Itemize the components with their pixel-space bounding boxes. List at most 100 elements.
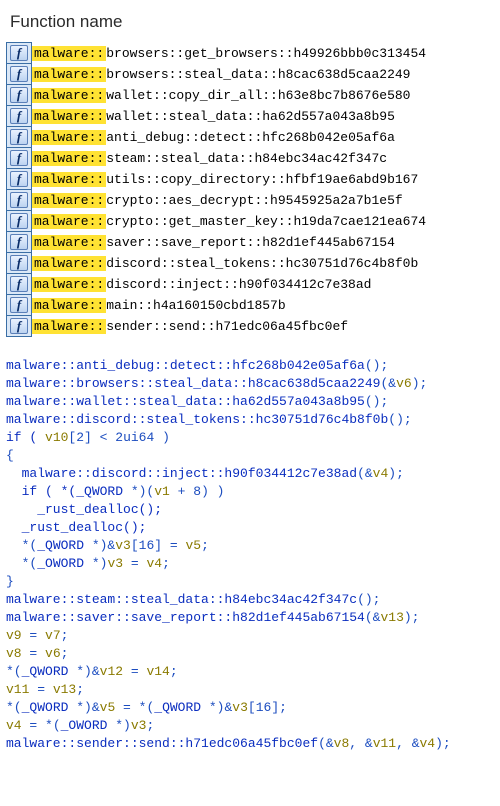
function-row[interactable]: fmalware::utils::copy_directory::hfbf19a… [7,169,427,190]
code-line: v4 = *(_OWORD *)v3; [6,717,494,735]
function-icon: f [7,127,32,148]
function-name[interactable]: malware::browsers::steal_data::h8cac638d… [32,64,427,85]
code-line: v9 = v7; [6,627,494,645]
function-icon: f [7,274,32,295]
function-row[interactable]: fmalware::crypto::get_master_key::h19da7… [7,211,427,232]
function-hash: h84ebc34ac42f347c [254,151,387,166]
main-panel: Function name fmalware::browsers::get_br… [0,0,500,761]
function-path: browsers::get_browsers:: [106,46,293,61]
function-icon: f [7,169,32,190]
function-row[interactable]: fmalware::discord::inject::h90f034412c7e… [7,274,427,295]
function-path: saver::save_report:: [106,235,262,250]
function-icon: f [7,232,32,253]
function-hash: h19da7cae121ea674 [293,214,426,229]
function-hash: h49926bbb0c313454 [293,46,426,61]
function-row[interactable]: fmalware::discord::steal_tokens::hc30751… [7,253,427,274]
code-line: *(_QWORD *)&v3[16] = v5; [6,537,494,555]
function-row[interactable]: fmalware::sender::send::h71edc06a45fbc0e… [7,316,427,337]
code-line: _rust_dealloc(); [6,519,494,537]
function-name[interactable]: malware::wallet::copy_dir_all::h63e8bc7b… [32,85,427,106]
function-icon: f [7,190,32,211]
function-name[interactable]: malware::utils::copy_directory::hfbf19ae… [32,169,427,190]
function-name[interactable]: malware::anti_debug::detect::hfc268b042e… [32,127,427,148]
function-name[interactable]: malware::saver::save_report::h82d1ef445a… [32,232,427,253]
function-hash: hfbf19ae6abd9b167 [286,172,419,187]
function-path: main:: [106,298,153,313]
function-path: sender::send:: [106,319,215,334]
function-row[interactable]: fmalware::browsers::steal_data::h8cac638… [7,64,427,85]
code-line: _rust_dealloc(); [6,501,494,519]
function-hash: h82d1ef445ab67154 [262,235,395,250]
function-name[interactable]: malware::sender::send::h71edc06a45fbc0ef [32,316,427,337]
function-row[interactable]: fmalware::crypto::aes_decrypt::h9545925a… [7,190,427,211]
function-icon: f [7,43,32,64]
highlight: malware:: [32,235,106,250]
function-icon: f [7,64,32,85]
code-line: malware::discord::inject::h90f034412c7e3… [6,465,494,483]
function-row[interactable]: fmalware::saver::save_report::h82d1ef445… [7,232,427,253]
function-hash: hfc268b042e05af6a [262,130,395,145]
code-line: } [6,573,494,591]
function-hash: h8cac638d5caa2249 [278,67,411,82]
column-header: Function name [10,12,490,32]
code-line: malware::anti_debug::detect::hfc268b042e… [6,357,494,375]
function-path: utils::copy_directory:: [106,172,285,187]
function-icon: f [7,85,32,106]
function-path: crypto::aes_decrypt:: [106,193,270,208]
function-name[interactable]: malware::crypto::get_master_key::h19da7c… [32,211,427,232]
function-name[interactable]: malware::wallet::steal_data::ha62d557a04… [32,106,427,127]
function-name[interactable]: malware::discord::steal_tokens::hc30751d… [32,253,427,274]
highlight: malware:: [32,298,106,313]
decompiled-code: malware::anti_debug::detect::hfc268b042e… [6,357,494,753]
function-icon: f [7,253,32,274]
code-line: malware::saver::save_report::h82d1ef445a… [6,609,494,627]
function-name[interactable]: malware::crypto::aes_decrypt::h9545925a2… [32,190,427,211]
function-name[interactable]: malware::browsers::get_browsers::h49926b… [32,43,427,64]
function-row[interactable]: fmalware::browsers::get_browsers::h49926… [7,43,427,64]
highlight: malware:: [32,46,106,61]
highlight: malware:: [32,67,106,82]
highlight: malware:: [32,172,106,187]
function-name[interactable]: malware::steam::steal_data::h84ebc34ac42… [32,148,427,169]
code-line: v11 = v13; [6,681,494,699]
function-icon: f [7,295,32,316]
function-name[interactable]: malware::main::h4a160150cbd1857b [32,295,427,316]
code-line: v8 = v6; [6,645,494,663]
function-path: discord::steal_tokens:: [106,256,285,271]
function-hash: h71edc06a45fbc0ef [215,319,348,334]
function-row[interactable]: fmalware::steam::steal_data::h84ebc34ac4… [7,148,427,169]
code-line: malware::steam::steal_data::h84ebc34ac42… [6,591,494,609]
highlight: malware:: [32,88,106,103]
function-hash: h63e8bc7b8676e580 [278,88,411,103]
function-path: crypto::get_master_key:: [106,214,293,229]
function-path: browsers::steal_data:: [106,67,278,82]
function-path: wallet::steal_data:: [106,109,262,124]
function-path: wallet::copy_dir_all:: [106,88,278,103]
function-hash: h4a160150cbd1857b [153,298,286,313]
highlight: malware:: [32,256,106,271]
highlight: malware:: [32,151,106,166]
function-hash: ha62d557a043a8b95 [262,109,395,124]
function-row[interactable]: fmalware::wallet::copy_dir_all::h63e8bc7… [7,85,427,106]
highlight: malware:: [32,130,106,145]
code-line: malware::sender::send::h71edc06a45fbc0ef… [6,735,494,753]
function-icon: f [7,211,32,232]
function-hash: hc30751d76c4b8f0b [286,256,419,271]
function-path: anti_debug::detect:: [106,130,262,145]
function-row[interactable]: fmalware::anti_debug::detect::hfc268b042… [7,127,427,148]
function-hash: h90f034412c7e38ad [239,277,372,292]
function-icon: f [7,316,32,337]
highlight: malware:: [32,214,106,229]
code-line: { [6,447,494,465]
function-name[interactable]: malware::discord::inject::h90f034412c7e3… [32,274,427,295]
code-line: *(_QWORD *)&v5 = *(_QWORD *)&v3[16]; [6,699,494,717]
highlight: malware:: [32,319,106,334]
code-line: malware::discord::steal_tokens::hc30751d… [6,411,494,429]
function-path: steam::steal_data:: [106,151,254,166]
function-hash: h9545925a2a7b1e5f [270,193,403,208]
function-row[interactable]: fmalware::main::h4a160150cbd1857b [7,295,427,316]
function-table: fmalware::browsers::get_browsers::h49926… [6,42,427,337]
code-line: malware::browsers::steal_data::h8cac638d… [6,375,494,393]
code-line: if ( v10[2] < 2ui64 ) [6,429,494,447]
function-row[interactable]: fmalware::wallet::steal_data::ha62d557a0… [7,106,427,127]
